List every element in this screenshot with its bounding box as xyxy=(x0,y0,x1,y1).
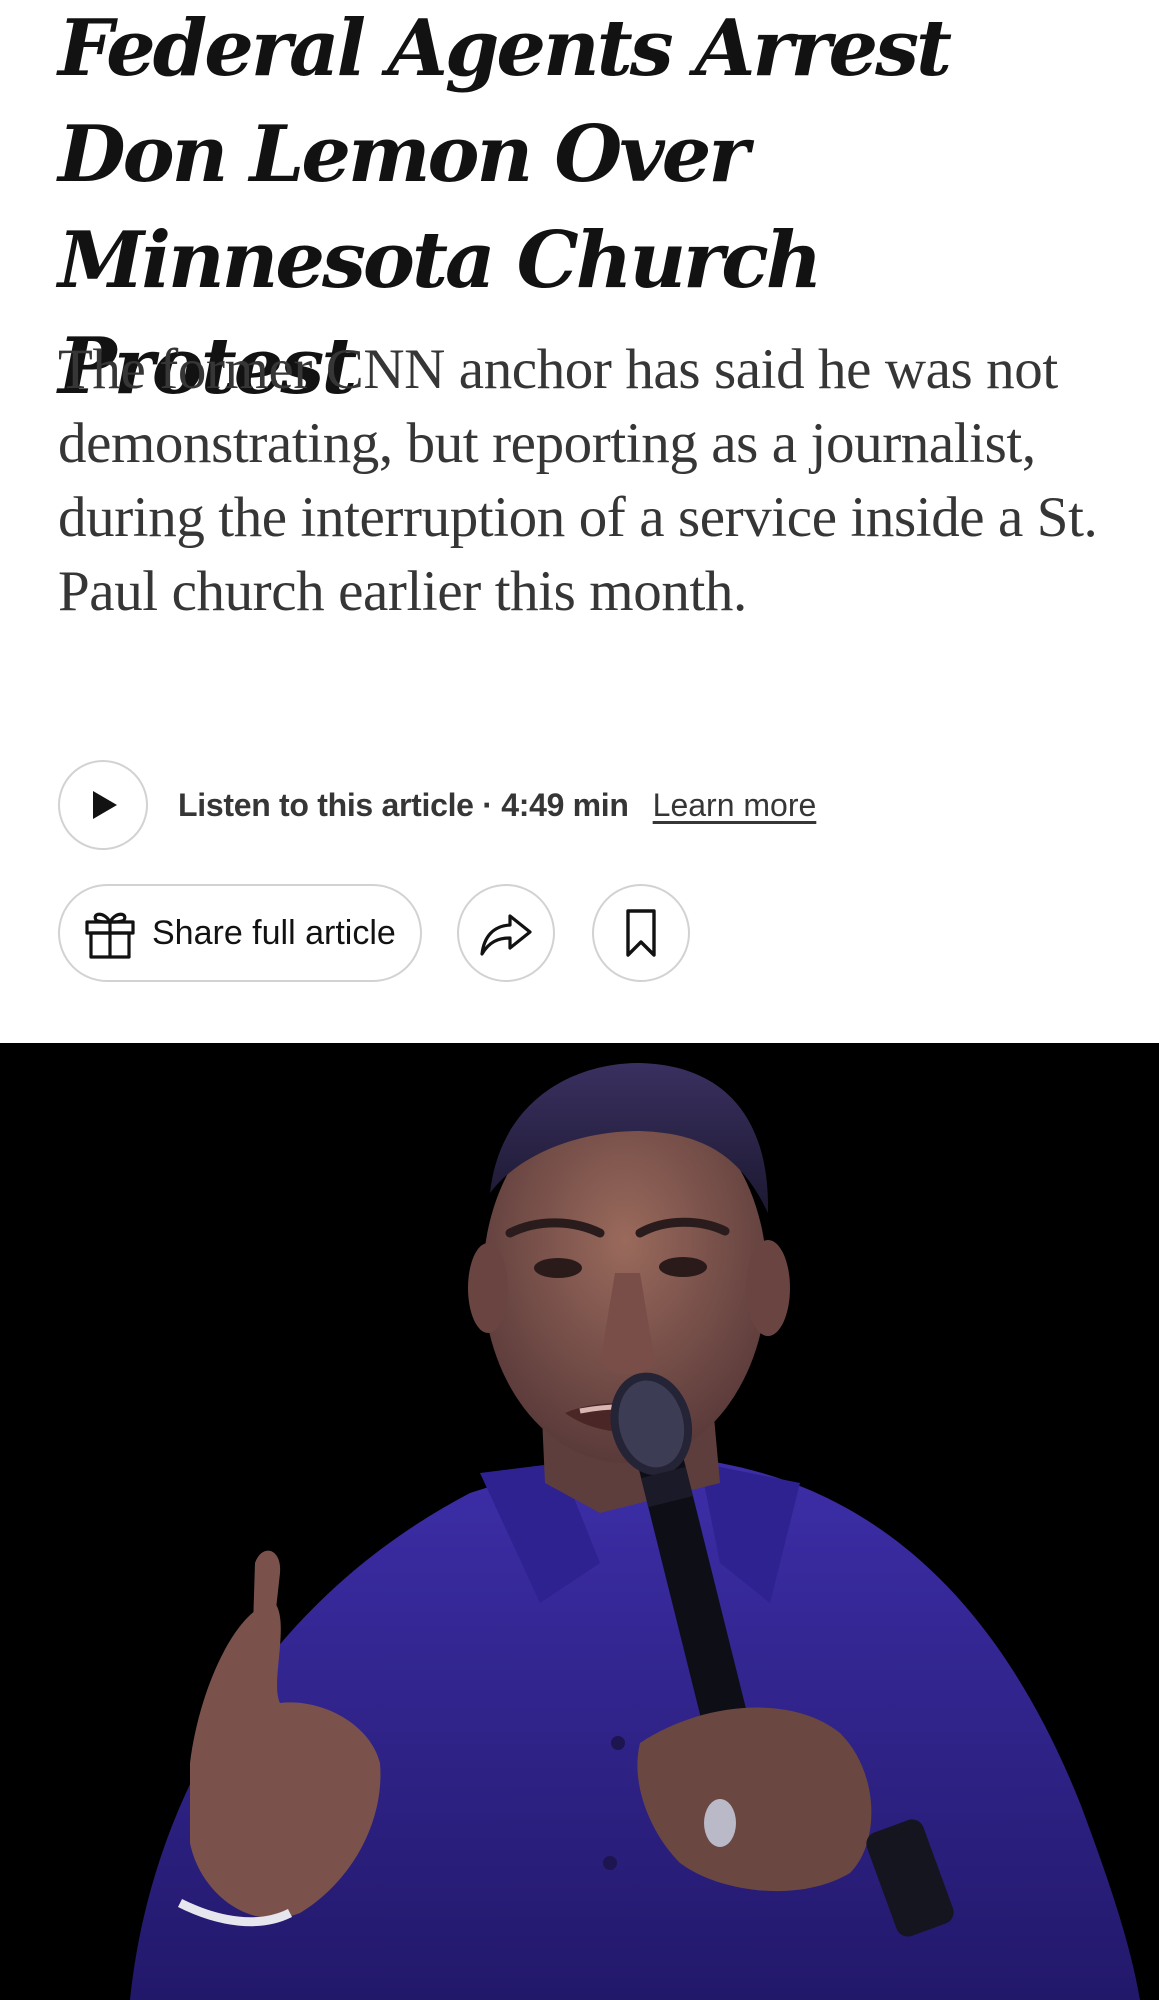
bookmark-icon xyxy=(626,909,656,957)
listen-row: Listen to this article · 4:49 min Learn … xyxy=(58,758,816,852)
save-button[interactable] xyxy=(592,884,690,982)
gift-icon xyxy=(85,912,135,959)
play-button[interactable] xyxy=(58,760,148,850)
article-header: Federal Agents Arrest Don Lemon Over Min… xyxy=(0,0,1159,1043)
article-actions: Share full article xyxy=(58,884,690,982)
listen-label: Listen to this article · 4:49 min xyxy=(178,786,629,823)
play-icon xyxy=(93,791,117,819)
learn-more-link[interactable]: Learn more xyxy=(653,787,817,824)
share-button[interactable] xyxy=(457,884,555,982)
article-summary: The former CNN anchor has said he was no… xyxy=(58,338,1098,623)
portrait-illustration xyxy=(0,1043,1159,2000)
share-full-article-label: Share full article xyxy=(152,913,396,952)
share-full-article-button[interactable]: Share full article xyxy=(58,884,422,982)
hero-photo xyxy=(0,1043,1159,2000)
share-arrow-icon xyxy=(480,914,532,956)
